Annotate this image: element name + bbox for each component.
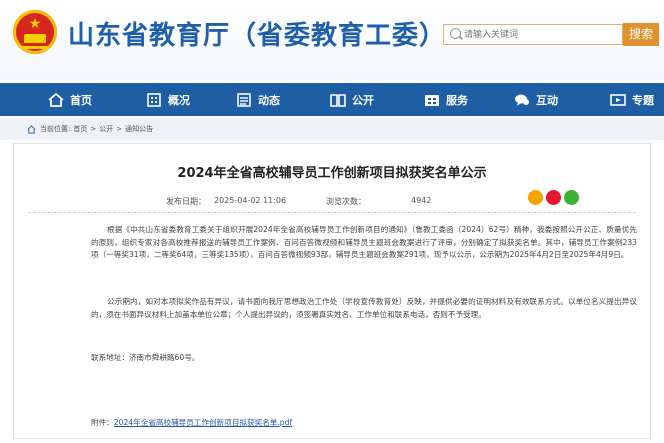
breadcrumb-separator: >: [90, 125, 97, 133]
breadcrumb-label: 当前位置:: [40, 125, 71, 133]
service-icon: [425, 94, 439, 106]
news-icon: [237, 92, 251, 107]
share-wechat-icon[interactable]: [564, 190, 579, 205]
breadcrumb-link-notices[interactable]: 通知公告: [125, 124, 153, 134]
share-weibo-icon[interactable]: [546, 190, 561, 205]
nav-item-public[interactable]: 公开: [330, 83, 374, 116]
article-paragraph: 公示期内，如对本项拟奖作品有异议，请书面向我厅思想政治工作处（学校宣传教育处）反…: [91, 297, 637, 319]
breadcrumb-separator: >: [116, 125, 123, 133]
nav-item-topic[interactable]: 专题: [610, 83, 654, 116]
publish-date: 2025-04-02 11:06: [214, 196, 287, 205]
nav-label: 公开: [352, 93, 374, 107]
article-paragraph: 根据《中共山东省委教育工委关于组织开展2024年全省高校辅导员工作创新项目的通知…: [91, 225, 637, 259]
nav-item-overview[interactable]: 概况: [146, 83, 190, 116]
home-icon: [27, 124, 36, 134]
nav-label: 动态: [258, 93, 280, 107]
nav-label: 互动: [536, 93, 558, 107]
share-buttons: [528, 190, 582, 205]
breadcrumb-link-public[interactable]: 公开: [99, 124, 113, 134]
national-emblem-icon: ★: [13, 10, 57, 54]
nav-label: 服务: [446, 93, 468, 107]
site-header: ★ 山东省教育厅（省委教育工委） 搜索: [0, 0, 664, 80]
nav-label: 专题: [632, 93, 654, 107]
search-input[interactable]: [464, 27, 614, 42]
article-panel: 2024年全省高校辅导员工作创新项目拟获奖名单公示 发布日期： 2025-04-…: [13, 143, 651, 439]
book-icon: [330, 93, 346, 107]
search-box[interactable]: [443, 24, 623, 45]
attachment: 附件：2024年全省高校辅导员工作创新项目拟获奖名单.pdf: [91, 417, 292, 428]
nav-label: 概况: [168, 93, 190, 107]
search-button[interactable]: 搜索: [623, 23, 659, 46]
nav-item-interact[interactable]: 互动: [514, 83, 558, 116]
building-icon: [147, 92, 161, 107]
main-nav: 首页 概况 动态 公开 服务 互动 专题: [0, 83, 664, 116]
attachment-link[interactable]: 2024年全省高校辅导员工作创新项目拟获奖名单.pdf: [114, 418, 292, 427]
views-count: 4942: [411, 196, 432, 205]
site-title[interactable]: 山东省教育厅（省委教育工委）: [68, 15, 446, 52]
nav-item-news[interactable]: 动态: [236, 83, 280, 116]
nav-item-service[interactable]: 服务: [424, 83, 468, 116]
contact-address: 联系地址：济南市舜耕路60号。: [91, 353, 200, 362]
breadcrumb-link-home[interactable]: 首页: [73, 124, 87, 134]
search-icon: [450, 28, 461, 39]
divider: [28, 212, 636, 213]
article-title: 2024年全省高校辅导员工作创新项目拟获奖名单公示: [177, 166, 487, 181]
nav-label: 首页: [70, 93, 92, 107]
breadcrumb: 当前位置: 首页 > 公开 > 通知公告: [0, 118, 664, 140]
home-icon: [48, 92, 64, 107]
publish-date-label: 发布日期：: [166, 197, 206, 206]
chat-icon: [515, 94, 529, 106]
share-qzone-icon[interactable]: [528, 190, 543, 205]
topic-icon: [610, 93, 626, 106]
nav-item-home[interactable]: 首页: [48, 83, 92, 116]
attachment-label: 附件：: [91, 418, 114, 427]
views-label: 浏览次数：: [326, 197, 366, 206]
